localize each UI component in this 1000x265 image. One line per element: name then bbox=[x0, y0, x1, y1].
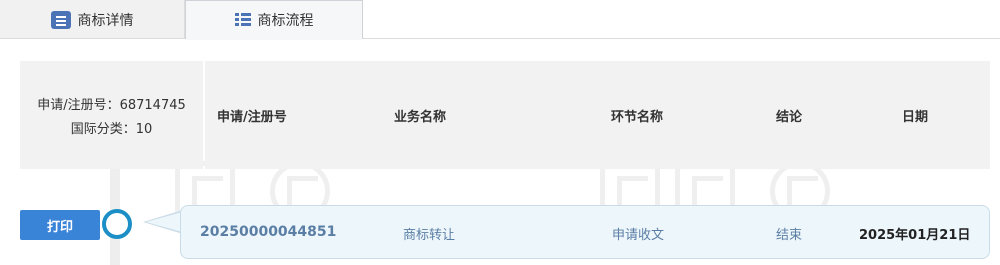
trademark-info: 申请/注册号：68714745 国际分类：10 bbox=[20, 61, 203, 169]
print-button[interactable]: 打印 bbox=[20, 210, 100, 240]
header-step: 环节名称 bbox=[611, 110, 664, 125]
list-icon bbox=[234, 13, 251, 27]
international-class: 国际分类：10 bbox=[70, 121, 153, 137]
header-date: 日期 bbox=[902, 110, 929, 125]
row-step: 申请收文 bbox=[612, 228, 665, 243]
row-reg-no: 20250000044851 bbox=[200, 224, 337, 240]
timeline-node bbox=[102, 209, 132, 239]
tab-label: 商标详情 bbox=[77, 12, 134, 29]
header-business: 业务名称 bbox=[394, 110, 447, 125]
header-reg-no: 申请/注册号 bbox=[217, 110, 287, 125]
table-header: 申请/注册号 业务名称 环节名称 结论 日期 bbox=[205, 61, 990, 169]
tab-trademark-process[interactable]: 商标流程 bbox=[185, 0, 363, 40]
table-row: 20250000044851 商标转让 申请收文 结束 2025年01月21日 bbox=[180, 205, 990, 259]
tab-trademark-details[interactable]: 商标详情 bbox=[0, 0, 185, 39]
tab-bar: 商标详情 商标流程 bbox=[0, 0, 1000, 40]
row-date: 2025年01月21日 bbox=[859, 228, 971, 243]
tab-label: 商标流程 bbox=[257, 13, 314, 29]
header-result: 结论 bbox=[776, 110, 803, 125]
row-business: 商标转让 bbox=[403, 228, 456, 243]
row-result: 结束 bbox=[776, 228, 803, 243]
document-icon bbox=[50, 10, 71, 29]
registration-number: 申请/注册号：68714745 bbox=[37, 97, 186, 113]
